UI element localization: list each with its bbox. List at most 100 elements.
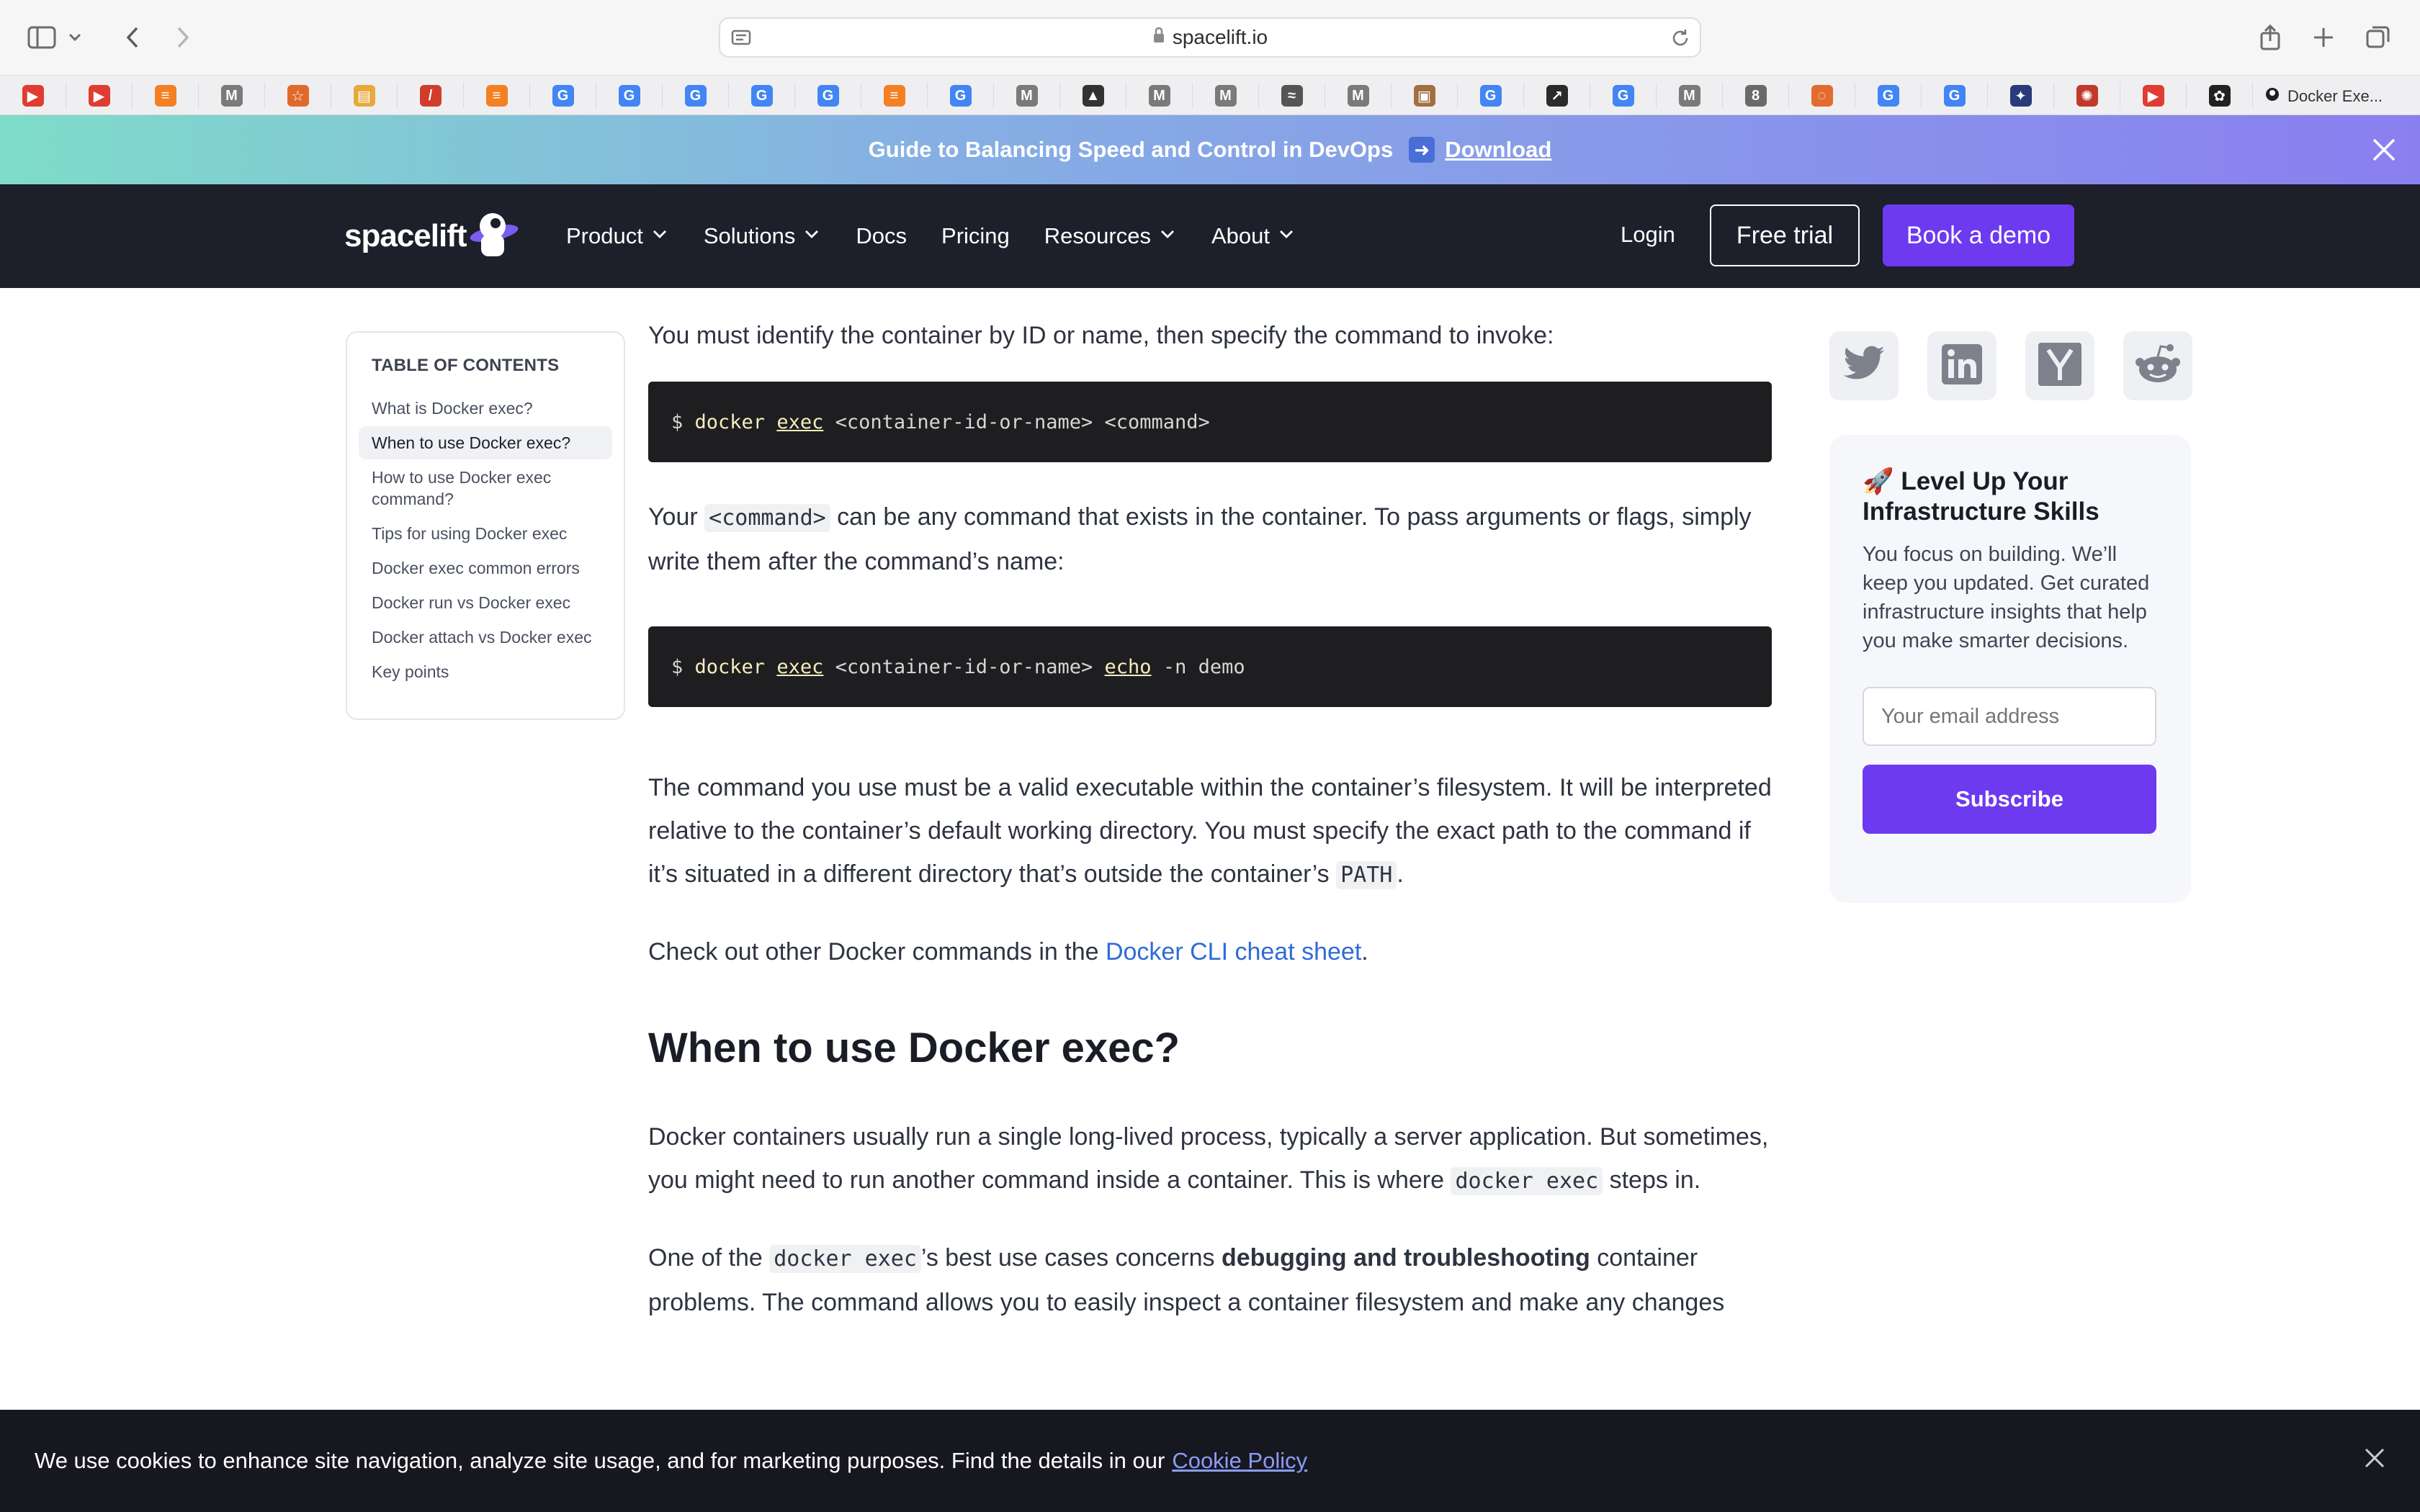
toc-item[interactable]: Tips for using Docker exec [359, 517, 612, 550]
promo-download-link[interactable]: Download [1445, 137, 1551, 163]
google-icon: G [1943, 85, 1966, 107]
tab-docker-exec[interactable]: Docker Exe... [2247, 80, 2420, 113]
youtube-icon: ▶ [22, 85, 44, 107]
nav-item-product[interactable]: Product [566, 223, 669, 249]
youtube-icon: ▶ [2142, 85, 2164, 107]
inline-code: <command> [704, 504, 830, 532]
toc-item[interactable]: How to use Docker exec command? [359, 461, 612, 516]
bookmark-item[interactable]: ≡ [133, 83, 199, 109]
google-icon: G [1612, 85, 1634, 107]
bookmark-item[interactable]: ✿ [2187, 83, 2253, 109]
bookmark-item[interactable]: ▲ [1060, 83, 1126, 109]
free-trial-button[interactable]: Free trial [1710, 204, 1860, 266]
bookmark-item[interactable]: G [1922, 83, 1988, 109]
bookmark-item[interactable]: G [663, 83, 729, 109]
login-link[interactable]: Login [1621, 222, 1675, 248]
nav-item-resources[interactable]: Resources [1044, 223, 1177, 249]
twitter-share-button[interactable] [1829, 331, 1899, 400]
bookmark-item[interactable]: / [398, 83, 464, 109]
bookmark-item[interactable]: G [795, 83, 861, 109]
nav-item-pricing[interactable]: Pricing [941, 223, 1010, 249]
nav-item-solutions[interactable]: Solutions [704, 223, 822, 249]
arrow-right-icon: ➜ [1409, 137, 1435, 163]
text-logo-icon: ≈ [1281, 85, 1303, 107]
subscribe-button[interactable]: Subscribe [1863, 765, 2156, 834]
bookmark-item[interactable]: G [596, 83, 663, 109]
bookmark-item[interactable]: G [1855, 83, 1922, 109]
bookmark-item[interactable]: ▣ [1392, 83, 1458, 109]
new-tab-icon[interactable] [2303, 17, 2344, 58]
toc-item[interactable]: Key points [359, 655, 612, 688]
bookmark-item[interactable]: ☆ [265, 83, 331, 109]
bookmark-item[interactable]: 8 [1723, 83, 1789, 109]
bookmark-item[interactable]: M [1325, 83, 1392, 109]
bookmark-item[interactable]: ≈ [1259, 83, 1325, 109]
cookie-text: We use cookies to enhance site navigatio… [35, 1448, 1165, 1473]
spacelift-logo[interactable]: spacelift [344, 206, 519, 266]
chevron-down-icon[interactable] [62, 17, 88, 58]
reddit-share-button[interactable] [2123, 331, 2192, 400]
hacker-news-share-button[interactable] [2025, 331, 2094, 400]
bookmark-item[interactable]: G [1458, 83, 1524, 109]
nav-item-label: Resources [1044, 223, 1151, 248]
bookmark-item[interactable]: ▶ [2120, 83, 2187, 109]
share-icon[interactable] [2250, 17, 2290, 58]
bookmark-item[interactable]: M [1193, 83, 1259, 109]
bookmark-item[interactable]: ▶ [0, 83, 66, 109]
toc-item[interactable]: Docker attach vs Docker exec [359, 621, 612, 654]
forward-icon[interactable] [163, 17, 203, 58]
paragraph: The command you use must be a valid exec… [648, 766, 1772, 897]
toc-item[interactable]: When to use Docker exec? [359, 426, 612, 459]
medium-icon: M [1214, 85, 1237, 107]
code-block: $ docker exec <container-id-or-name> <co… [648, 382, 1772, 462]
toc-item[interactable]: Docker exec common errors [359, 552, 612, 585]
close-icon[interactable] [2370, 135, 2398, 164]
back-icon[interactable] [112, 17, 153, 58]
docker-cli-cheat-sheet-link[interactable]: Docker CLI cheat sheet [1106, 938, 1361, 966]
nav-item-label: Solutions [703, 223, 796, 248]
number-icon: 8 [1744, 85, 1767, 107]
bookmark-item[interactable]: ✺ [2054, 83, 2120, 109]
reload-icon[interactable] [1670, 27, 1691, 53]
folder-icon: ▤ [353, 85, 375, 107]
cookie-policy-link[interactable]: Cookie Policy [1172, 1448, 1307, 1474]
bookmarks-bar: Docker Exe... ▶ ▶ ≡ M ☆ ▤ / ≡ G G G G G ≡ G M ▲ M M ≈ M ▣ G ↗ G M… [0, 75, 2420, 115]
bold-text: debugging and troubleshooting [1221, 1244, 1590, 1272]
linkedin-share-button[interactable] [1927, 331, 1996, 400]
bookmark-item[interactable]: ≡ [861, 83, 928, 109]
bookmark-item[interactable]: G [729, 83, 795, 109]
toc-item[interactable]: What is Docker exec? [359, 392, 612, 425]
address-bar[interactable]: spacelift.io [719, 17, 1701, 58]
bookmark-item[interactable]: M [1657, 83, 1723, 109]
bookmark-item[interactable]: ◌ [1789, 83, 1855, 109]
book-demo-button[interactable]: Book a demo [1883, 204, 2074, 266]
chart-line-icon: ↗ [1546, 85, 1568, 107]
bookmark-item[interactable]: ▶ [66, 83, 133, 109]
page-menu-icon[interactable] [730, 27, 752, 53]
bookmark-item[interactable]: ✦ [1988, 83, 2054, 109]
text: steps in. [1609, 1166, 1701, 1194]
bookmark-item[interactable]: M [199, 83, 265, 109]
main-menu: Product Solutions Docs Pricing Resources Abou… [566, 184, 1330, 288]
code-args: -n demo [1162, 655, 1245, 678]
lock-icon [1152, 26, 1165, 49]
bookmark-item[interactable]: G [530, 83, 596, 109]
nav-item-about[interactable]: About [1211, 223, 1296, 249]
toc-item[interactable]: Docker run vs Docker exec [359, 586, 612, 619]
promo-banner: Guide to Balancing Speed and Control in … [0, 115, 2420, 184]
bookmark-item[interactable]: ≡ [464, 83, 530, 109]
tab-overview-icon[interactable] [2358, 17, 2398, 58]
inline-code: PATH [1336, 861, 1397, 889]
email-field[interactable] [1863, 687, 2156, 746]
bookmark-item[interactable]: M [1126, 83, 1193, 109]
bookmark-item[interactable]: M [994, 83, 1060, 109]
bookmark-item[interactable]: G [928, 83, 994, 109]
bookmark-item[interactable]: ↗ [1524, 83, 1590, 109]
sidebar-toggle-icon[interactable] [22, 17, 62, 58]
close-icon[interactable] [2362, 1446, 2391, 1475]
newsletter-title-text: Level Up Your Infrastructure Skills [1863, 467, 2099, 526]
medium-icon: M [1148, 85, 1170, 107]
bookmark-item[interactable]: G [1590, 83, 1657, 109]
nav-item-docs[interactable]: Docs [856, 223, 907, 249]
bookmark-item[interactable]: ▤ [331, 83, 398, 109]
